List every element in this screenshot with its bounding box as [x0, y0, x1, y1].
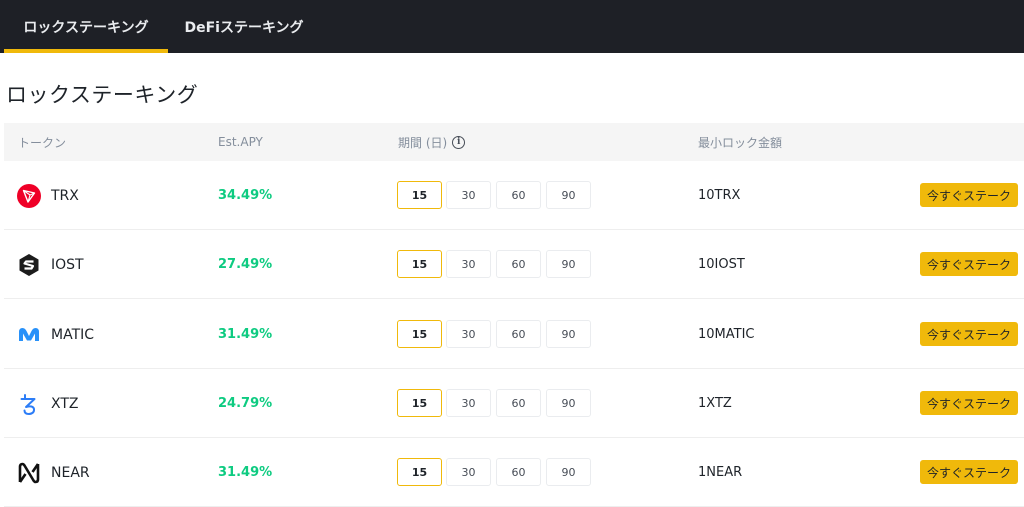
column-header-duration-label: 期間 (日) — [398, 135, 448, 150]
min-lock-amount: 10MATIC — [698, 327, 755, 342]
table-row: TRX 34.49% 15 30 60 90 10TRX 今すぐステーク — [4, 161, 1024, 230]
duration-option-90[interactable]: 90 — [546, 458, 591, 486]
tab-lock-staking[interactable]: ロックステーキング — [4, 0, 168, 53]
apy-value: 27.49% — [218, 257, 273, 272]
duration-option-15[interactable]: 15 — [397, 458, 442, 486]
duration-option-15[interactable]: 15 — [397, 389, 442, 417]
table-header: トークン Est.APY 期間 (日) i 最小ロック金額 — [4, 123, 1024, 161]
stake-now-button[interactable]: 今すぐステーク — [920, 252, 1018, 276]
top-navigation: ロックステーキング DeFiステーキング — [0, 0, 1024, 53]
duration-option-60[interactable]: 60 — [496, 389, 541, 417]
token-name: XTZ — [51, 395, 79, 412]
min-lock-amount: 10IOST — [698, 257, 745, 272]
duration-option-90[interactable]: 90 — [546, 250, 591, 278]
table-row: NEAR 31.49% 15 30 60 90 1NEAR 今すぐステーク — [4, 438, 1024, 507]
token-name: NEAR — [51, 464, 90, 481]
column-header-duration: 期間 (日) i — [398, 123, 466, 161]
duration-option-30[interactable]: 30 — [446, 250, 491, 278]
page-title: ロックステーキング — [6, 83, 199, 107]
duration-option-15[interactable]: 15 — [397, 181, 442, 209]
token-name: MATIC — [51, 326, 95, 343]
iost-icon — [19, 254, 39, 276]
duration-option-30[interactable]: 30 — [446, 458, 491, 486]
stake-now-button[interactable]: 今すぐステーク — [920, 460, 1018, 484]
stake-now-button[interactable]: 今すぐステーク — [920, 322, 1018, 346]
info-icon[interactable]: i — [452, 135, 466, 149]
duration-option-60[interactable]: 60 — [496, 320, 541, 348]
apy-value: 31.49% — [218, 327, 273, 342]
min-lock-amount: 10TRX — [698, 188, 741, 203]
column-header-token: トークン — [18, 135, 67, 150]
table-row: IOST 27.49% 15 30 60 90 10IOST 今すぐステーク — [4, 230, 1024, 299]
matic-icon — [19, 328, 39, 341]
duration-option-15[interactable]: 15 — [397, 250, 442, 278]
apy-value: 34.49% — [218, 188, 273, 203]
duration-option-30[interactable]: 30 — [446, 320, 491, 348]
trx-icon — [17, 184, 41, 208]
apy-value: 31.49% — [218, 465, 273, 480]
min-lock-amount: 1XTZ — [698, 396, 732, 411]
duration-option-60[interactable]: 60 — [496, 181, 541, 209]
duration-option-90[interactable]: 90 — [546, 389, 591, 417]
duration-option-15[interactable]: 15 — [397, 320, 442, 348]
column-header-apy: Est.APY — [218, 135, 263, 149]
token-name: IOST — [51, 256, 84, 273]
token-name: TRX — [51, 187, 79, 204]
duration-option-30[interactable]: 30 — [446, 181, 491, 209]
duration-option-90[interactable]: 90 — [546, 181, 591, 209]
table-row: MATIC 31.49% 15 30 60 90 10MATIC 今すぐステーク — [4, 300, 1024, 369]
table-row: XTZ 24.79% 15 30 60 90 1XTZ 今すぐステーク — [4, 369, 1024, 438]
tab-defi-staking[interactable]: DeFiステーキング — [172, 0, 316, 53]
duration-option-60[interactable]: 60 — [496, 458, 541, 486]
apy-value: 24.79% — [218, 396, 273, 411]
duration-option-90[interactable]: 90 — [546, 320, 591, 348]
stake-now-button[interactable]: 今すぐステーク — [920, 183, 1018, 207]
min-lock-amount: 1NEAR — [698, 465, 743, 480]
near-icon — [18, 462, 40, 484]
stake-now-button[interactable]: 今すぐステーク — [920, 391, 1018, 415]
xtz-icon — [20, 394, 36, 415]
column-header-min-lock: 最小ロック金額 — [698, 135, 783, 150]
duration-option-30[interactable]: 30 — [446, 389, 491, 417]
duration-option-60[interactable]: 60 — [496, 250, 541, 278]
